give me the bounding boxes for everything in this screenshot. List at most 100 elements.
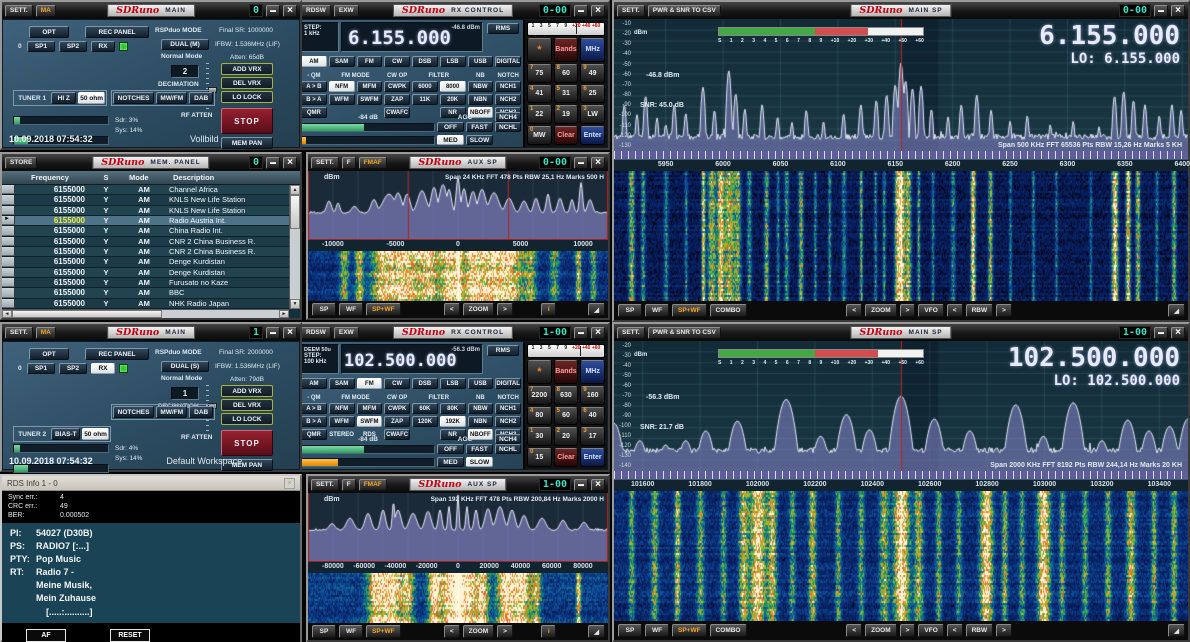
rx-grid-button[interactable]: 8000 (440, 81, 466, 92)
ma-button[interactable]: MA (36, 5, 56, 17)
memory-row[interactable]: 6155000 Y AM KNLS New Life Station (2, 206, 289, 216)
reset-button[interactable]: RESET (110, 629, 150, 642)
rx-grid-button[interactable]: NFM (329, 403, 355, 414)
minimize-icon[interactable] (266, 327, 280, 339)
lo-lock-button[interactable]: LO LOCK (221, 91, 273, 103)
f-button[interactable]: F (342, 157, 356, 169)
rx-grid-button[interactable]: NFM (329, 81, 355, 92)
sp1-button[interactable]: SP1 (27, 363, 55, 374)
rx-grid-button[interactable]: B > A (301, 94, 327, 105)
rx-grid-button[interactable]: NBW (468, 81, 494, 92)
rx-grid-button[interactable]: WFM (329, 94, 355, 105)
row-selector-gutter[interactable] (2, 299, 15, 308)
fmaf-button[interactable]: FMAF (359, 157, 387, 169)
rx-grid-button[interactable]: NBW (468, 403, 494, 414)
nch4-button[interactable]: NCH4 (495, 434, 521, 444)
notches-button[interactable]: NOTCHES (113, 92, 154, 104)
dab-notch-button[interactable]: DAB (189, 92, 213, 104)
antenna-button[interactable]: HI Z (51, 92, 76, 104)
keypad-key[interactable]: Clear (554, 448, 579, 467)
rx-grid-button[interactable]: ZAP (384, 94, 410, 105)
row-selector-gutter[interactable] (2, 247, 15, 256)
spectrum-area[interactable]: -20-30-40-50-60-70-80-90-100-110-120-130… (614, 341, 1188, 471)
minimize-icon[interactable] (574, 479, 588, 491)
aux-spectrum-area[interactable]: dBm Span 192 KHz FFT 478 Pts RBW 200,84 … (308, 493, 608, 561)
fmaf-button[interactable]: FMAF (359, 479, 387, 491)
spwf-view-button[interactable]: SP+WF (366, 625, 401, 638)
mwfm-notch-button[interactable]: MW/FM (156, 92, 187, 104)
info-button[interactable]: i (541, 303, 556, 316)
agc-off-button[interactable]: OFF (437, 444, 464, 454)
wf-view-button[interactable]: WF (645, 304, 669, 317)
waterfall-area[interactable] (614, 491, 1188, 621)
memory-row[interactable]: 6155000 Y AM Denge Kurdistan (2, 268, 289, 278)
col-frequency[interactable]: Frequency (15, 173, 93, 182)
keypad-key[interactable]: 015 (527, 448, 552, 467)
spwf-view-button[interactable]: SP+WF (366, 303, 401, 316)
keypad-key[interactable]: 317 (580, 427, 605, 446)
frequency-display[interactable]: 102.500.000 -56.3 dBm (341, 344, 483, 374)
close-icon[interactable]: × (284, 478, 295, 489)
mode-button[interactable]: SAM (329, 56, 355, 67)
memory-row[interactable]: 6155000 Y AM Radio Austria Int. (2, 216, 289, 226)
decimation-value[interactable]: 1 (171, 387, 199, 400)
af-button[interactable]: AF (26, 629, 66, 642)
keypad-key[interactable]: 9160 (580, 386, 605, 405)
dab-notch-button[interactable]: DAB (189, 406, 213, 418)
stop-button[interactable]: STOP (221, 108, 273, 134)
keypad-key[interactable]: Clear (554, 126, 579, 145)
rx-grid-button[interactable]: NCH1 (495, 403, 521, 414)
close-icon[interactable] (591, 5, 605, 17)
aux-waterfall-area[interactable] (308, 251, 608, 301)
row-selector-gutter[interactable] (2, 237, 15, 246)
sp-view-button[interactable]: SP (312, 625, 336, 638)
notches-button[interactable]: NOTCHES (113, 406, 154, 418)
aux-spectrum-area[interactable]: dBm Span 24 KHz FFT 478 Pts RBW 25,1 Hz … (308, 171, 608, 239)
zoom-in-button[interactable]: > (900, 624, 916, 637)
mode-button[interactable]: AM (301, 378, 327, 389)
agc-slow-button[interactable]: SLOW (466, 457, 493, 467)
spwf-view-button[interactable]: SP+WF (672, 624, 707, 637)
mode-button[interactable]: CW (384, 56, 410, 67)
minimize-icon[interactable] (1154, 5, 1168, 17)
zoom-in-button[interactable]: > (497, 625, 513, 638)
info-button[interactable]: i (541, 625, 556, 638)
impedance-button[interactable]: 50 ohm (78, 92, 105, 104)
minimize-icon[interactable] (574, 5, 588, 17)
mode-button[interactable]: DIGITAL (495, 378, 521, 389)
mode-button[interactable]: USB (468, 56, 494, 67)
memory-row[interactable]: 6155000 Y AM Channel Africa (2, 185, 289, 195)
agc-med-button[interactable]: MED (437, 135, 464, 145)
zoom-out-button[interactable]: < (444, 625, 460, 638)
aux-spectrum-canvas[interactable] (308, 493, 608, 561)
rbw-up-button[interactable]: > (996, 304, 1012, 317)
resize-corner-icon[interactable]: ◢ (1168, 304, 1185, 317)
zoom-out-button[interactable]: < (444, 303, 460, 316)
row-selector-gutter[interactable] (2, 288, 15, 297)
resize-corner-icon[interactable]: ◢ (588, 625, 605, 638)
scroll-thumb[interactable] (290, 195, 300, 229)
rx-grid-button[interactable]: 120K (412, 416, 438, 427)
close-icon[interactable] (591, 479, 605, 491)
sp-view-button[interactable]: SP (312, 303, 336, 316)
antenna-button[interactable]: BIAS-T (51, 428, 80, 440)
scroll-left-icon[interactable]: ◄ (2, 310, 12, 318)
keypad-key[interactable]: 949 (580, 64, 605, 83)
agc-slow-button[interactable]: SLOW (466, 135, 493, 145)
agc-fast-button[interactable]: FAST (466, 444, 493, 454)
wf-view-button[interactable]: WF (645, 624, 669, 637)
rx-grid-button[interactable]: WFM (329, 416, 355, 427)
vfo-button[interactable]: VFO (918, 624, 943, 637)
keypad-key[interactable]: 480 (527, 407, 552, 426)
memory-row[interactable]: 6155000 Y AM KNLS New Life Station (2, 195, 289, 205)
aux-waterfall-canvas[interactable] (308, 251, 608, 301)
keypad-key[interactable]: 122 (527, 105, 552, 124)
keypad-key[interactable]: 72200 (527, 386, 552, 405)
spwf-view-button[interactable]: SP+WF (672, 304, 707, 317)
memory-row[interactable]: 6155000 Y AM Furusato no Kaze (2, 278, 289, 288)
keypad-key[interactable]: 625 (580, 85, 605, 104)
frequency-display[interactable]: 6.155.000 -46.8 dBm (341, 22, 483, 52)
main-waterfall-canvas[interactable] (614, 491, 1188, 621)
sp2-button[interactable]: SP2 (59, 363, 87, 374)
keypad-key[interactable]: Enter (580, 448, 605, 467)
